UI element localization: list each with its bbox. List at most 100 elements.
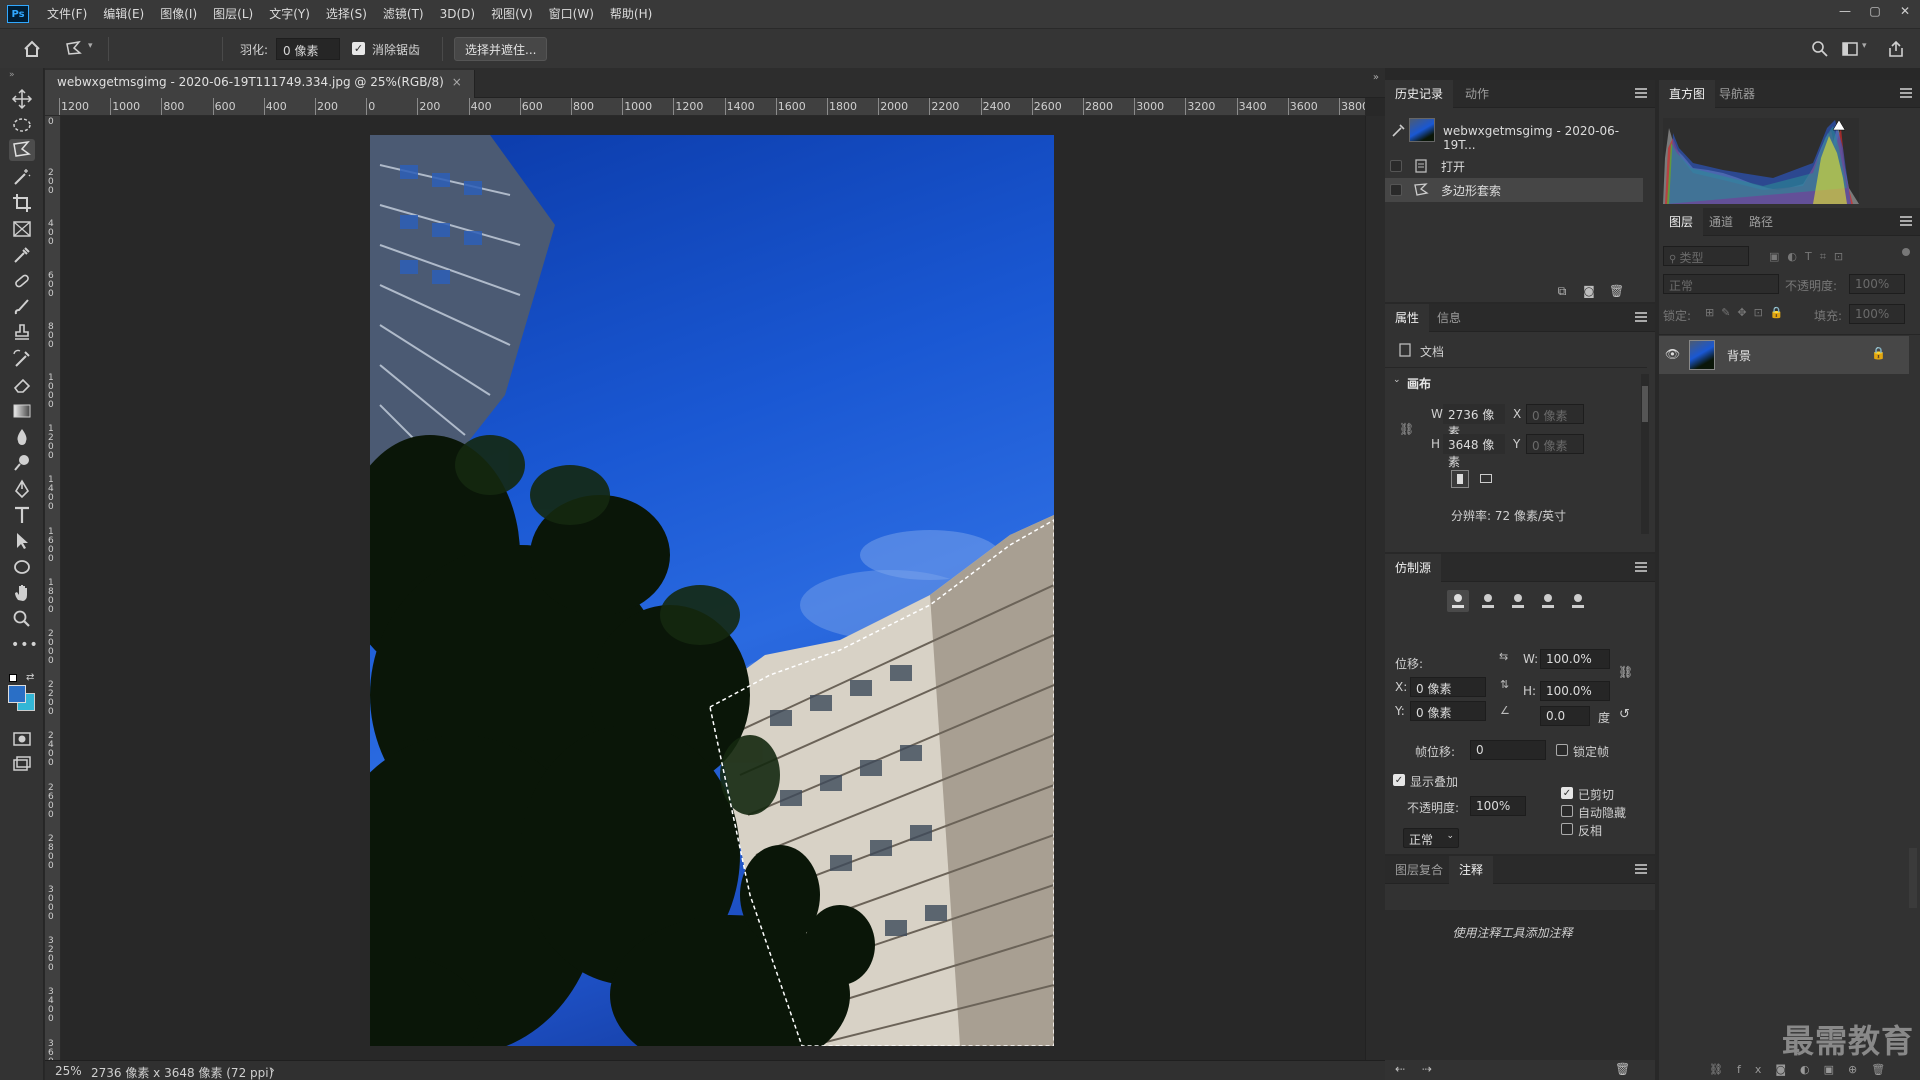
collapse-toolbar-icon[interactable]: » — [9, 70, 15, 80]
menu-3d[interactable]: 3D(D) — [432, 0, 483, 28]
frame-offset-field[interactable]: 0 — [1470, 740, 1546, 760]
menu-help[interactable]: 帮助(H) — [602, 0, 660, 28]
scale-h-field[interactable]: 100.0% — [1540, 681, 1610, 701]
new-document-from-state-icon[interactable]: ⧉ — [1555, 284, 1569, 298]
panel-menu-icon[interactable] — [1900, 88, 1912, 98]
document-tab[interactable]: webwxgetmsgimg - 2020-06-19T111749.334.j… — [45, 70, 475, 98]
crop-tool-icon[interactable] — [11, 192, 33, 214]
layer-filter-icons[interactable]: ▣◐T⌗⊡ — [1769, 250, 1851, 264]
document-image[interactable] — [370, 135, 1054, 1046]
scale-w-field[interactable]: 100.0% — [1540, 649, 1610, 669]
tab-actions[interactable]: 动作 — [1455, 80, 1499, 108]
flip-horizontal-icon[interactable]: ⇆ — [1499, 650, 1508, 663]
magic-wand-tool-icon[interactable] — [11, 166, 33, 188]
more-tools-icon[interactable]: ••• — [11, 634, 38, 656]
frame-tool-icon[interactable] — [11, 218, 33, 240]
dodge-tool-icon[interactable] — [11, 452, 33, 474]
clipped-checkbox[interactable]: ✓ — [1561, 787, 1573, 799]
landscape-orientation-icon[interactable] — [1477, 470, 1495, 488]
pen-tool-icon[interactable] — [11, 478, 33, 500]
offset-x-field[interactable]: 0 像素 — [1410, 677, 1486, 697]
chevron-down-icon[interactable]: ▾ — [1862, 41, 1867, 51]
history-brush-source-icon[interactable] — [1390, 123, 1406, 139]
menu-layer[interactable]: 图层(L) — [205, 0, 261, 28]
home-icon[interactable] — [22, 39, 42, 59]
tab-clone-source[interactable]: 仿制源 — [1385, 554, 1442, 582]
share-icon[interactable] — [1886, 39, 1906, 59]
tab-paths[interactable]: 路径 — [1739, 208, 1783, 236]
history-brush-tool-icon[interactable] — [11, 348, 33, 370]
next-note-icon[interactable]: ⇢ — [1420, 1062, 1434, 1076]
invert-checkbox[interactable] — [1561, 823, 1573, 835]
brush-tool-icon[interactable] — [11, 296, 33, 318]
show-overlay-checkbox[interactable]: ✓ — [1393, 774, 1405, 786]
history-source-checkbox[interactable] — [1390, 184, 1402, 196]
move-tool-icon[interactable] — [11, 88, 33, 110]
blur-tool-icon[interactable] — [11, 426, 33, 448]
eye-icon[interactable]: 👁 — [1665, 347, 1680, 361]
chevron-down-icon[interactable]: ▾ — [88, 41, 93, 51]
clone-source-1-icon[interactable] — [1447, 590, 1469, 612]
tab-history[interactable]: 历史记录 — [1385, 80, 1454, 108]
quick-mask-icon[interactable] — [11, 728, 33, 750]
close-tab-icon[interactable]: × — [452, 75, 462, 89]
history-step[interactable]: 打开 — [1385, 154, 1643, 178]
hand-tool-icon[interactable] — [11, 582, 33, 604]
feather-input[interactable]: 0 像素 — [276, 38, 340, 60]
clone-source-4-icon[interactable] — [1537, 590, 1559, 612]
link-scale-icon[interactable]: ⛓ — [1618, 665, 1633, 679]
foreground-color-swatch[interactable] — [8, 685, 26, 703]
default-colors-icon[interactable] — [9, 674, 17, 682]
screen-mode-icon[interactable] — [11, 754, 33, 776]
layers-footer-icons[interactable]: ⛓fx◙◐▣⊕🗑 — [1709, 1063, 1899, 1076]
panel-menu-icon[interactable] — [1635, 312, 1647, 322]
camera-icon[interactable]: ◙ — [1582, 284, 1596, 298]
menu-filter[interactable]: 滤镜(T) — [375, 0, 432, 28]
canvas-width-field[interactable]: 2736 像素 — [1443, 404, 1505, 439]
fill-field[interactable]: 100% — [1849, 304, 1905, 324]
menu-view[interactable]: 视图(V) — [483, 0, 541, 28]
auto-hide-checkbox[interactable] — [1561, 805, 1573, 817]
gradient-tool-icon[interactable] — [11, 400, 33, 422]
expand-panels-icon[interactable]: » — [1373, 72, 1379, 83]
panel-menu-icon[interactable] — [1635, 562, 1647, 572]
layer-row[interactable]: 👁 背景 🔒 — [1659, 336, 1909, 374]
menu-window[interactable]: 窗口(W) — [541, 0, 602, 28]
panel-menu-icon[interactable] — [1635, 88, 1647, 98]
tab-info[interactable]: 信息 — [1427, 304, 1471, 332]
path-selection-tool-icon[interactable] — [11, 530, 33, 552]
canvas-y-field[interactable]: 0 像素 — [1526, 434, 1584, 454]
chevron-down-icon[interactable]: ⌄ — [1393, 375, 1401, 385]
layer-filter-select[interactable]: ⚲ 类型 — [1663, 246, 1749, 266]
ellipse-tool-icon[interactable] — [11, 556, 33, 578]
menu-edit[interactable]: 编辑(E) — [95, 0, 152, 28]
canvas-x-field[interactable]: 0 像素 — [1526, 404, 1584, 424]
layer-opacity-field[interactable]: 100% — [1849, 274, 1905, 294]
polygonal-lasso-tool-icon[interactable] — [9, 139, 35, 161]
reset-transform-icon[interactable]: ↺ — [1619, 707, 1630, 722]
menu-file[interactable]: 文件(F) — [39, 0, 95, 28]
tab-layers[interactable]: 图层 — [1659, 208, 1704, 236]
panel-menu-icon[interactable] — [1635, 864, 1647, 874]
zoom-level[interactable]: 25% — [55, 1064, 82, 1078]
maximize-button[interactable]: ▢ — [1860, 0, 1890, 22]
link-icon[interactable]: ⛓ — [1399, 422, 1414, 436]
trash-icon[interactable]: 🗑 — [1609, 284, 1624, 298]
antialias-checkbox[interactable]: ✓ — [352, 42, 365, 55]
lock-frame-checkbox[interactable] — [1556, 744, 1568, 756]
minimize-button[interactable]: — — [1830, 0, 1860, 22]
healing-brush-tool-icon[interactable] — [11, 270, 33, 292]
tab-layer-comps[interactable]: 图层复合 — [1385, 856, 1453, 884]
menu-type[interactable]: 文字(Y) — [261, 0, 318, 28]
workspace-icon[interactable] — [1840, 39, 1860, 59]
vertical-scrollbar[interactable] — [1365, 116, 1385, 1060]
clone-source-3-icon[interactable] — [1507, 590, 1529, 612]
filter-toggle-icon[interactable] — [1902, 248, 1910, 256]
eraser-tool-icon[interactable] — [11, 374, 33, 396]
previous-note-icon[interactable]: ⇠ — [1393, 1062, 1407, 1076]
history-source-checkbox[interactable] — [1390, 160, 1402, 172]
swap-colors-icon[interactable]: ⇄ — [26, 672, 34, 683]
elliptical-marquee-tool-icon[interactable] — [11, 114, 33, 136]
layers-scrollbar[interactable] — [1909, 848, 1917, 908]
overlay-opacity-field[interactable]: 100% — [1470, 796, 1526, 816]
